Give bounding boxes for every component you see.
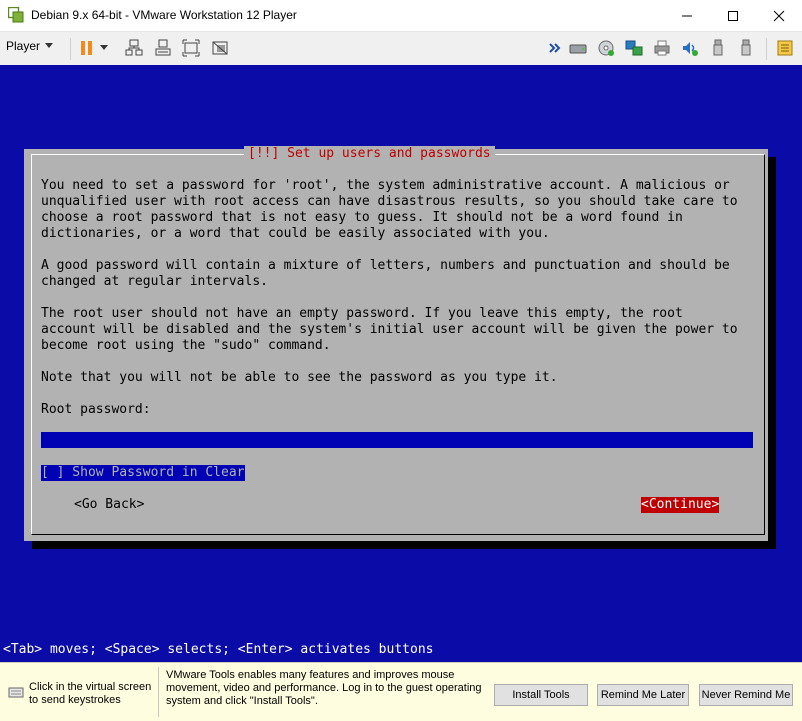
- player-toolbar: Player: [0, 32, 802, 66]
- install-tools-button[interactable]: Install Tools: [494, 684, 588, 706]
- pause-button[interactable]: [77, 38, 97, 58]
- pause-menu-button[interactable]: [98, 38, 110, 58]
- vmware-tools-bar: Click in the virtual screen to send keys…: [0, 662, 802, 721]
- minimize-icon: [682, 15, 692, 16]
- chevron-down-icon: [100, 45, 108, 50]
- message-log-button[interactable]: [775, 38, 795, 58]
- player-menu-label: Player: [6, 39, 41, 53]
- close-icon: [773, 10, 785, 21]
- usb-icon: [741, 39, 751, 56]
- never-remind-me-button[interactable]: Never Remind Me: [699, 684, 793, 706]
- tools-message: VMware Tools enables many features and i…: [166, 669, 482, 707]
- network-adapter-icon: [625, 40, 643, 56]
- minimize-button[interactable]: [664, 0, 710, 31]
- dialog-paragraph: You need to set a password for 'root', t…: [41, 178, 738, 241]
- dialog-paragraph: The root user should not have an empty p…: [41, 306, 738, 353]
- hard-disk-device[interactable]: [568, 38, 588, 58]
- usb-device-2[interactable]: [736, 38, 756, 58]
- virtual-machine-screen[interactable]: [!!] Set up users and passwords You need…: [0, 65, 802, 662]
- maximize-icon: [728, 10, 738, 21]
- network-adapter-device[interactable]: [624, 38, 644, 58]
- show-password-checkbox[interactable]: [ ] Show Password in Clear: [41, 465, 245, 481]
- window-title: Debian 9.x 64-bit - VMware Workstation 1…: [31, 8, 297, 22]
- sound-card-device[interactable]: [680, 38, 700, 58]
- double-chevron-right-icon: [549, 43, 561, 53]
- keyboard-mouse-icon: [8, 687, 24, 698]
- root-password-label: Root password:: [41, 402, 151, 417]
- toolbar-separator: [766, 38, 767, 60]
- usb-device[interactable]: [708, 38, 728, 58]
- dialog-paragraph: A good password will contain a mixture o…: [41, 258, 730, 289]
- chevron-down-icon: [45, 43, 54, 48]
- hard-disk-icon: [569, 44, 587, 54]
- keystroke-hint: Click in the virtual screen to send keys…: [29, 681, 152, 706]
- network-button[interactable]: [124, 38, 144, 58]
- player-menu-button[interactable]: Player: [6, 39, 54, 53]
- close-button[interactable]: [756, 0, 802, 31]
- printer-icon: [654, 40, 670, 56]
- toolbar-separator: [70, 38, 71, 60]
- continue-button[interactable]: <Continue>: [641, 497, 720, 513]
- unity-icon: [212, 41, 228, 55]
- root-password-input[interactable]: *********** ____________________________…: [41, 432, 753, 448]
- printer-device[interactable]: [652, 38, 672, 58]
- send-ctrl-alt-del-button[interactable]: [153, 38, 173, 58]
- vmware-app-icon: [8, 7, 24, 23]
- bar-divider: [158, 667, 159, 717]
- help-line: <Tab> moves; <Space> selects; <Enter> ac…: [3, 642, 434, 657]
- more-devices-button[interactable]: [548, 38, 562, 58]
- message-log-icon: [777, 40, 793, 56]
- maximize-button[interactable]: [710, 0, 756, 31]
- sound-icon: [683, 42, 698, 56]
- cd-dvd-device[interactable]: [596, 38, 616, 58]
- dialog-title: [!!] Set up users and passwords: [244, 146, 495, 162]
- cd-icon: [598, 40, 614, 56]
- unity-button[interactable]: [210, 38, 230, 58]
- title-bar: Debian 9.x 64-bit - VMware Workstation 1…: [0, 0, 802, 32]
- network-icon: [125, 39, 143, 56]
- remind-me-later-button[interactable]: Remind Me Later: [597, 684, 689, 706]
- fullscreen-icon: [182, 39, 200, 57]
- keyboard-icon: [155, 39, 171, 56]
- pause-icon: [81, 41, 92, 55]
- dialog-paragraph: Note that you will not be able to see th…: [41, 370, 558, 385]
- fullscreen-button[interactable]: [181, 38, 201, 58]
- usb-icon: [713, 39, 723, 56]
- go-back-button[interactable]: <Go Back>: [74, 497, 144, 513]
